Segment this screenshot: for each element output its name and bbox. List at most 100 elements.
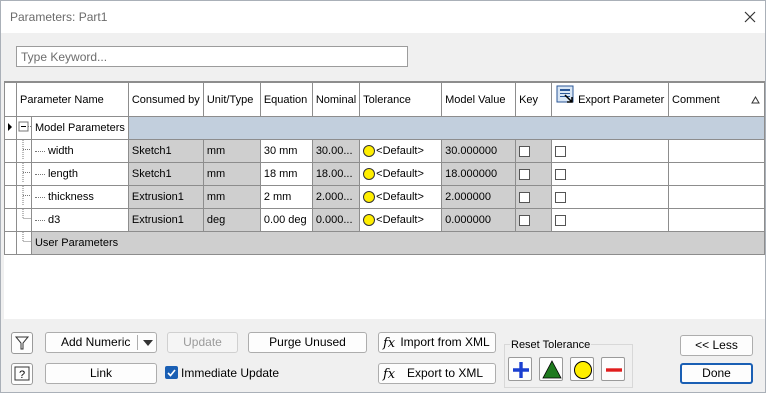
parameters-grid: Parameter Name Consumed by Unit/Type Equ… <box>4 81 766 319</box>
collapse-toggle[interactable] <box>15 116 32 140</box>
model-value: 18.000000 <box>441 162 517 186</box>
comment[interactable] <box>668 185 765 209</box>
column-header-unit-type[interactable]: Unit/Type <box>202 82 261 117</box>
row-header[interactable] <box>4 139 17 163</box>
row-header[interactable] <box>4 162 17 186</box>
row-header[interactable] <box>4 208 17 232</box>
param-name[interactable]: width <box>30 139 129 163</box>
unit-type: mm <box>202 139 261 163</box>
fx-icon: fx <box>383 367 396 382</box>
column-header-key[interactable]: Key <box>515 82 553 117</box>
key-cell <box>515 162 553 186</box>
window-title: Parameters: Part1 <box>10 10 108 24</box>
export-xml-button[interactable]: fx Export to XML <box>378 363 496 384</box>
minus-icon <box>606 368 622 372</box>
close-button[interactable] <box>737 5 763 29</box>
table-row[interactable]: d3 Extrusion1 deg 0.00 deg 0.000... <Def… <box>4 208 765 232</box>
export-checkbox[interactable] <box>555 168 567 180</box>
group-row-user-parameters[interactable]: User Parameters <box>4 231 766 255</box>
comment[interactable] <box>668 139 765 163</box>
upper-tolerance-button[interactable] <box>508 357 532 381</box>
tree-line <box>15 231 32 255</box>
tree-line <box>15 208 32 232</box>
unit-type: mm <box>202 185 261 209</box>
consumed-by: Extrusion1 <box>127 185 204 209</box>
tree-line <box>15 162 32 186</box>
row-header[interactable] <box>4 231 17 255</box>
tolerance[interactable]: <Default> <box>359 162 443 186</box>
median-tolerance-button[interactable] <box>539 357 563 381</box>
unit-type: mm <box>202 162 261 186</box>
consumed-by: Sketch1 <box>127 139 204 163</box>
equation[interactable]: 18 mm <box>259 162 313 186</box>
less-button[interactable]: << Less <box>680 335 753 356</box>
tolerance-dot-icon <box>363 214 376 227</box>
search-input[interactable] <box>16 46 408 67</box>
column-header-equation[interactable]: Equation <box>259 82 313 117</box>
equation[interactable]: 30 mm <box>259 139 313 163</box>
immediate-update-checkbox[interactable] <box>165 366 178 379</box>
column-header-model-value[interactable]: Model Value <box>441 82 517 117</box>
equation[interactable]: 2 mm <box>259 185 313 209</box>
unit-type: deg <box>202 208 261 232</box>
export-cell <box>551 185 670 209</box>
group-row-model-parameters[interactable]: Model Parameters <box>4 116 766 140</box>
import-xml-button[interactable]: fx Import from XML <box>378 332 496 353</box>
export-parameter-label: Export Parameter <box>578 93 665 106</box>
export-cell <box>551 208 670 232</box>
lower-tolerance-button[interactable] <box>601 357 625 381</box>
column-header-export-parameter[interactable]: Export Parameter <box>551 82 670 117</box>
column-header-comment[interactable]: Comment <box>668 82 765 117</box>
filter-button[interactable] <box>11 332 33 354</box>
column-header-parameter-name[interactable]: Parameter Name <box>15 82 129 117</box>
key-checkbox[interactable] <box>519 214 531 226</box>
purge-unused-button[interactable]: Purge Unused <box>248 332 367 353</box>
table-row[interactable]: length Sketch1 mm 18 mm 18.00... <Defaul… <box>4 162 765 186</box>
tolerance[interactable]: <Default> <box>359 139 443 163</box>
chevron-down-icon[interactable] <box>143 340 153 346</box>
row-pointer-icon <box>8 122 12 131</box>
tolerance[interactable]: <Default> <box>359 185 443 209</box>
export-checkbox[interactable] <box>555 214 567 226</box>
consumed-by: Extrusion1 <box>127 208 204 232</box>
fx-icon: fx <box>383 336 396 351</box>
help-button[interactable]: ? <box>11 363 33 385</box>
param-name[interactable]: thickness <box>30 185 129 209</box>
tree-branch-icon <box>22 209 31 219</box>
comment[interactable] <box>668 162 765 186</box>
current-row-indicator <box>4 116 17 140</box>
table-row[interactable]: width Sketch1 mm 30 mm 30.00... <Default… <box>4 139 765 163</box>
minus-expander-icon <box>18 121 31 132</box>
model-value: 2.000000 <box>441 185 517 209</box>
tree-line <box>15 185 32 209</box>
key-checkbox[interactable] <box>519 145 531 157</box>
param-name[interactable]: length <box>30 162 129 186</box>
key-checkbox[interactable] <box>519 191 531 203</box>
param-name[interactable]: d3 <box>30 208 129 232</box>
column-header-consumed-by[interactable]: Consumed by <box>127 82 204 117</box>
key-cell <box>515 139 553 163</box>
add-numeric-button[interactable]: Add Numeric <box>45 332 157 353</box>
update-button[interactable]: Update <box>167 332 238 353</box>
tolerance[interactable]: <Default> <box>359 208 443 232</box>
comment[interactable] <box>668 208 765 232</box>
export-checkbox[interactable] <box>555 191 567 203</box>
checkmark-icon <box>167 369 176 377</box>
column-header-nominal[interactable]: Nominal <box>311 82 361 117</box>
row-header[interactable] <box>4 185 17 209</box>
tree-branch-icon <box>22 163 31 182</box>
tree-branch-icon <box>22 232 31 242</box>
model-value: 0.000000 <box>441 208 517 232</box>
svg-text:?: ? <box>19 369 25 381</box>
column-header-tolerance[interactable]: Tolerance <box>359 82 443 117</box>
done-button[interactable]: Done <box>680 363 753 384</box>
link-button[interactable]: Link <box>45 363 157 384</box>
key-checkbox[interactable] <box>519 168 531 180</box>
table-row[interactable]: thickness Extrusion1 mm 2 mm 2.000... <D… <box>4 185 765 209</box>
nominal: 0.000... <box>311 208 361 232</box>
nominal-tolerance-button[interactable] <box>570 357 594 381</box>
tree-branch-icon <box>22 140 31 159</box>
equation[interactable]: 0.00 deg <box>259 208 313 232</box>
export-checkbox[interactable] <box>555 145 567 157</box>
key-cell <box>515 208 553 232</box>
